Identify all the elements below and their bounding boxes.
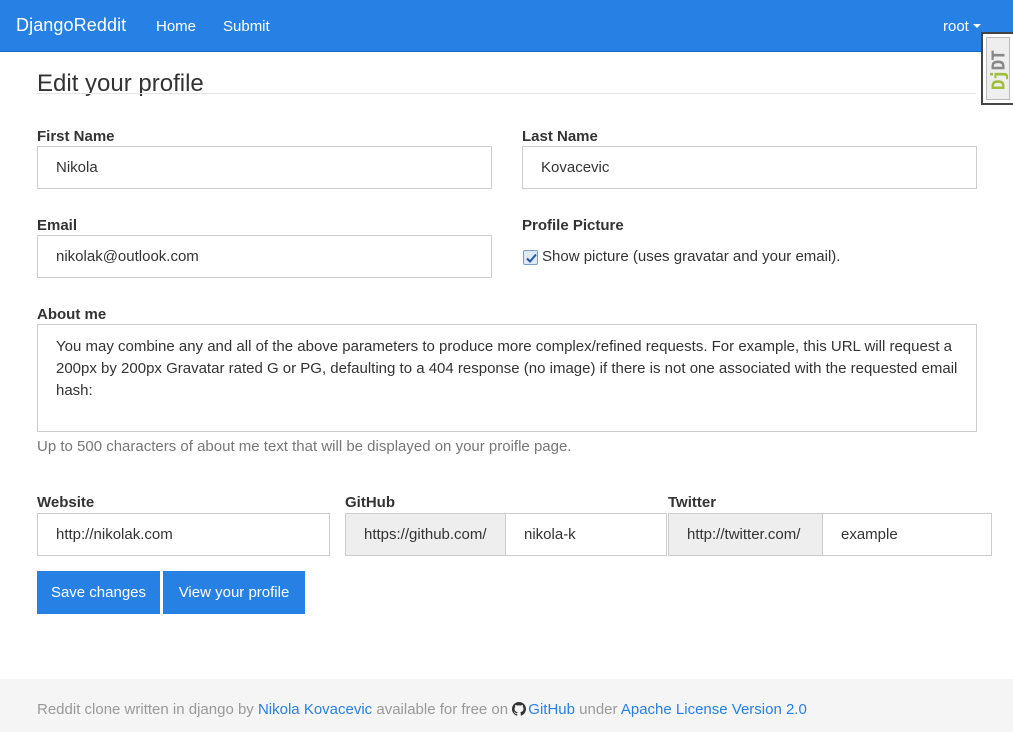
twitter-prefix: http://twitter.com/ — [668, 513, 823, 556]
debug-toolbar-handle[interactable]: DjDT — [981, 32, 1013, 105]
debug-toolbar-badge: DjDT — [986, 37, 1010, 100]
save-changes-button[interactable]: Save changes — [37, 571, 160, 614]
github-label: GitHub — [345, 494, 395, 511]
github-prefix: https://github.com/ — [345, 513, 506, 556]
title-divider — [37, 93, 976, 94]
website-input[interactable]: http://nikolak.com — [37, 513, 330, 556]
nav-home-link[interactable]: Home — [156, 18, 196, 35]
caret-down-icon — [972, 24, 981, 29]
show-picture-checkbox[interactable] — [523, 250, 538, 265]
last-name-input[interactable]: Kovacevic — [522, 146, 977, 189]
first-name-input[interactable]: Nikola — [37, 146, 492, 189]
twitter-input[interactable]: example — [822, 513, 992, 556]
footer-text-part: available for free on — [376, 701, 509, 718]
user-menu[interactable]: root — [943, 18, 981, 35]
license-link[interactable]: Apache License Version 2.0 — [621, 701, 807, 718]
email-label: Email — [37, 217, 78, 234]
user-name: root — [943, 18, 969, 35]
twitter-label: Twitter — [668, 494, 717, 511]
footer-text-part: Reddit clone written in django by — [37, 701, 254, 718]
brand-link[interactable]: DjangoReddit — [16, 15, 126, 36]
nav-submit-link[interactable]: Submit — [223, 18, 270, 35]
author-link[interactable]: Nikola Kovacevic — [258, 701, 372, 718]
about-help-text: Up to 500 characters of about me text th… — [37, 438, 572, 455]
footer-text: Reddit clone written in django by Nikola… — [37, 701, 807, 718]
footer-text-part: under — [579, 701, 618, 718]
about-label: About me — [37, 306, 107, 323]
email-input[interactable]: nikolak@outlook.com — [37, 235, 492, 278]
github-input[interactable]: nikola-k — [505, 513, 667, 556]
last-name-label: Last Name — [522, 128, 598, 145]
github-icon — [512, 702, 527, 716]
show-picture-label[interactable]: Show picture (uses gravatar and your ema… — [542, 248, 840, 265]
view-profile-button[interactable]: View your profile — [163, 571, 305, 614]
profile-picture-label: Profile Picture — [522, 217, 624, 234]
about-textarea[interactable]: You may combine any and all of the above… — [37, 324, 977, 432]
navbar: DjangoReddit Home Submit root — [0, 0, 1013, 52]
checkmark-icon — [526, 253, 537, 263]
footer: Reddit clone written in django by Nikola… — [0, 679, 1013, 732]
website-label: Website — [37, 494, 95, 511]
first-name-label: First Name — [37, 128, 115, 145]
debug-toolbar-logo: DjDT — [988, 50, 1010, 91]
github-link[interactable]: GitHub — [528, 701, 575, 718]
